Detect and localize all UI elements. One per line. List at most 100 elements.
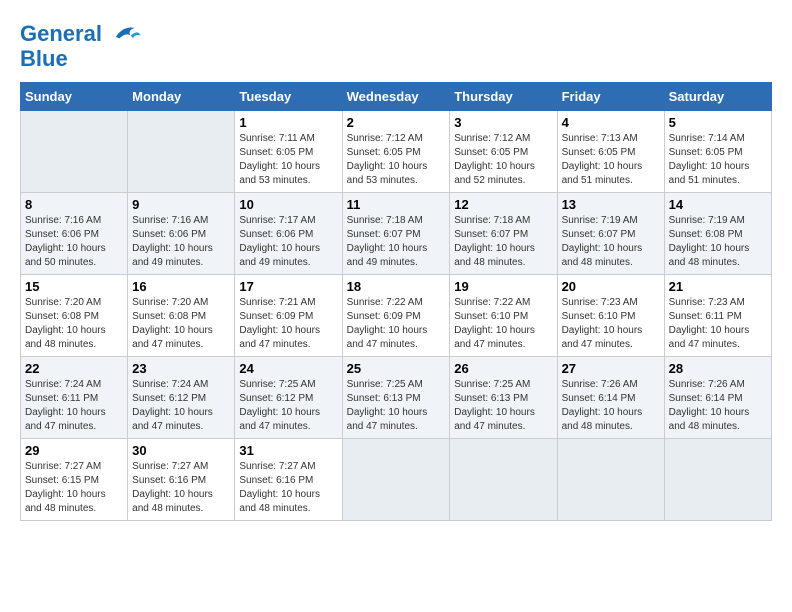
day-cell: 26 Sunrise: 7:25 AM Sunset: 6:13 PM Dayl…	[450, 357, 557, 439]
day-number: 31	[239, 443, 337, 458]
day-info: Sunrise: 7:12 AM Sunset: 6:05 PM Dayligh…	[347, 132, 446, 188]
day-header-saturday: Saturday	[664, 83, 771, 111]
day-header-wednesday: Wednesday	[342, 83, 450, 111]
calendar-week-row: 22 Sunrise: 7:24 AM Sunset: 6:11 PM Dayl…	[21, 357, 772, 439]
day-header-friday: Friday	[557, 83, 664, 111]
day-number: 25	[347, 361, 446, 376]
day-cell: 24 Sunrise: 7:25 AM Sunset: 6:12 PM Dayl…	[235, 357, 342, 439]
day-number: 17	[239, 279, 337, 294]
day-number: 5	[669, 115, 767, 130]
logo: General Blue	[20, 20, 142, 72]
day-info: Sunrise: 7:27 AM Sunset: 6:15 PM Dayligh…	[25, 460, 123, 516]
day-cell: 4 Sunrise: 7:13 AM Sunset: 6:05 PM Dayli…	[557, 111, 664, 193]
day-number: 22	[25, 361, 123, 376]
day-number: 11	[347, 197, 446, 212]
day-number: 13	[562, 197, 660, 212]
empty-cell	[664, 439, 771, 521]
day-info: Sunrise: 7:20 AM Sunset: 6:08 PM Dayligh…	[132, 296, 230, 352]
day-info: Sunrise: 7:26 AM Sunset: 6:14 PM Dayligh…	[669, 378, 767, 434]
day-number: 14	[669, 197, 767, 212]
calendar-week-row: 1 Sunrise: 7:11 AM Sunset: 6:05 PM Dayli…	[21, 111, 772, 193]
day-number: 24	[239, 361, 337, 376]
day-cell: 22 Sunrise: 7:24 AM Sunset: 6:11 PM Dayl…	[21, 357, 128, 439]
day-info: Sunrise: 7:22 AM Sunset: 6:09 PM Dayligh…	[347, 296, 446, 352]
logo-bird-icon	[112, 20, 142, 50]
day-info: Sunrise: 7:12 AM Sunset: 6:05 PM Dayligh…	[454, 132, 552, 188]
day-cell: 21 Sunrise: 7:23 AM Sunset: 6:11 PM Dayl…	[664, 275, 771, 357]
day-header-monday: Monday	[128, 83, 235, 111]
calendar-table: SundayMondayTuesdayWednesdayThursdayFrid…	[20, 82, 772, 521]
day-info: Sunrise: 7:20 AM Sunset: 6:08 PM Dayligh…	[25, 296, 123, 352]
calendar-week-row: 29 Sunrise: 7:27 AM Sunset: 6:15 PM Dayl…	[21, 439, 772, 521]
day-info: Sunrise: 7:27 AM Sunset: 6:16 PM Dayligh…	[239, 460, 337, 516]
day-info: Sunrise: 7:24 AM Sunset: 6:11 PM Dayligh…	[25, 378, 123, 434]
day-info: Sunrise: 7:21 AM Sunset: 6:09 PM Dayligh…	[239, 296, 337, 352]
day-info: Sunrise: 7:13 AM Sunset: 6:05 PM Dayligh…	[562, 132, 660, 188]
day-cell: 11 Sunrise: 7:18 AM Sunset: 6:07 PM Dayl…	[342, 193, 450, 275]
day-info: Sunrise: 7:24 AM Sunset: 6:12 PM Dayligh…	[132, 378, 230, 434]
day-cell: 8 Sunrise: 7:16 AM Sunset: 6:06 PM Dayli…	[21, 193, 128, 275]
day-info: Sunrise: 7:18 AM Sunset: 6:07 PM Dayligh…	[454, 214, 552, 270]
day-info: Sunrise: 7:19 AM Sunset: 6:08 PM Dayligh…	[669, 214, 767, 270]
day-info: Sunrise: 7:22 AM Sunset: 6:10 PM Dayligh…	[454, 296, 552, 352]
day-number: 16	[132, 279, 230, 294]
day-info: Sunrise: 7:26 AM Sunset: 6:14 PM Dayligh…	[562, 378, 660, 434]
day-info: Sunrise: 7:23 AM Sunset: 6:11 PM Dayligh…	[669, 296, 767, 352]
day-number: 29	[25, 443, 123, 458]
day-info: Sunrise: 7:18 AM Sunset: 6:07 PM Dayligh…	[347, 214, 446, 270]
day-cell: 16 Sunrise: 7:20 AM Sunset: 6:08 PM Dayl…	[128, 275, 235, 357]
day-number: 21	[669, 279, 767, 294]
day-number: 18	[347, 279, 446, 294]
day-cell: 9 Sunrise: 7:16 AM Sunset: 6:06 PM Dayli…	[128, 193, 235, 275]
day-info: Sunrise: 7:11 AM Sunset: 6:05 PM Dayligh…	[239, 132, 337, 188]
day-number: 8	[25, 197, 123, 212]
day-info: Sunrise: 7:25 AM Sunset: 6:13 PM Dayligh…	[347, 378, 446, 434]
day-number: 1	[239, 115, 337, 130]
calendar-week-row: 8 Sunrise: 7:16 AM Sunset: 6:06 PM Dayli…	[21, 193, 772, 275]
calendar-header-row: SundayMondayTuesdayWednesdayThursdayFrid…	[21, 83, 772, 111]
day-cell: 31 Sunrise: 7:27 AM Sunset: 6:16 PM Dayl…	[235, 439, 342, 521]
day-cell: 23 Sunrise: 7:24 AM Sunset: 6:12 PM Dayl…	[128, 357, 235, 439]
day-info: Sunrise: 7:25 AM Sunset: 6:12 PM Dayligh…	[239, 378, 337, 434]
day-cell: 20 Sunrise: 7:23 AM Sunset: 6:10 PM Dayl…	[557, 275, 664, 357]
day-number: 4	[562, 115, 660, 130]
empty-cell	[21, 111, 128, 193]
day-number: 3	[454, 115, 552, 130]
day-number: 28	[669, 361, 767, 376]
day-cell: 5 Sunrise: 7:14 AM Sunset: 6:05 PM Dayli…	[664, 111, 771, 193]
day-info: Sunrise: 7:16 AM Sunset: 6:06 PM Dayligh…	[25, 214, 123, 270]
day-number: 23	[132, 361, 230, 376]
day-info: Sunrise: 7:27 AM Sunset: 6:16 PM Dayligh…	[132, 460, 230, 516]
day-number: 10	[239, 197, 337, 212]
day-cell: 14 Sunrise: 7:19 AM Sunset: 6:08 PM Dayl…	[664, 193, 771, 275]
calendar-week-row: 15 Sunrise: 7:20 AM Sunset: 6:08 PM Dayl…	[21, 275, 772, 357]
day-cell: 3 Sunrise: 7:12 AM Sunset: 6:05 PM Dayli…	[450, 111, 557, 193]
empty-cell	[450, 439, 557, 521]
day-cell: 15 Sunrise: 7:20 AM Sunset: 6:08 PM Dayl…	[21, 275, 128, 357]
day-number: 9	[132, 197, 230, 212]
day-cell: 29 Sunrise: 7:27 AM Sunset: 6:15 PM Dayl…	[21, 439, 128, 521]
day-cell: 13 Sunrise: 7:19 AM Sunset: 6:07 PM Dayl…	[557, 193, 664, 275]
day-cell: 1 Sunrise: 7:11 AM Sunset: 6:05 PM Dayli…	[235, 111, 342, 193]
day-cell: 2 Sunrise: 7:12 AM Sunset: 6:05 PM Dayli…	[342, 111, 450, 193]
day-cell: 12 Sunrise: 7:18 AM Sunset: 6:07 PM Dayl…	[450, 193, 557, 275]
empty-cell	[557, 439, 664, 521]
day-info: Sunrise: 7:14 AM Sunset: 6:05 PM Dayligh…	[669, 132, 767, 188]
day-info: Sunrise: 7:23 AM Sunset: 6:10 PM Dayligh…	[562, 296, 660, 352]
day-cell: 17 Sunrise: 7:21 AM Sunset: 6:09 PM Dayl…	[235, 275, 342, 357]
day-number: 20	[562, 279, 660, 294]
day-cell: 10 Sunrise: 7:17 AM Sunset: 6:06 PM Dayl…	[235, 193, 342, 275]
day-cell: 25 Sunrise: 7:25 AM Sunset: 6:13 PM Dayl…	[342, 357, 450, 439]
day-header-tuesday: Tuesday	[235, 83, 342, 111]
day-number: 15	[25, 279, 123, 294]
day-number: 2	[347, 115, 446, 130]
day-number: 12	[454, 197, 552, 212]
day-info: Sunrise: 7:19 AM Sunset: 6:07 PM Dayligh…	[562, 214, 660, 270]
day-cell: 28 Sunrise: 7:26 AM Sunset: 6:14 PM Dayl…	[664, 357, 771, 439]
day-cell: 27 Sunrise: 7:26 AM Sunset: 6:14 PM Dayl…	[557, 357, 664, 439]
day-number: 27	[562, 361, 660, 376]
day-cell: 18 Sunrise: 7:22 AM Sunset: 6:09 PM Dayl…	[342, 275, 450, 357]
day-number: 30	[132, 443, 230, 458]
empty-cell	[128, 111, 235, 193]
day-header-thursday: Thursday	[450, 83, 557, 111]
